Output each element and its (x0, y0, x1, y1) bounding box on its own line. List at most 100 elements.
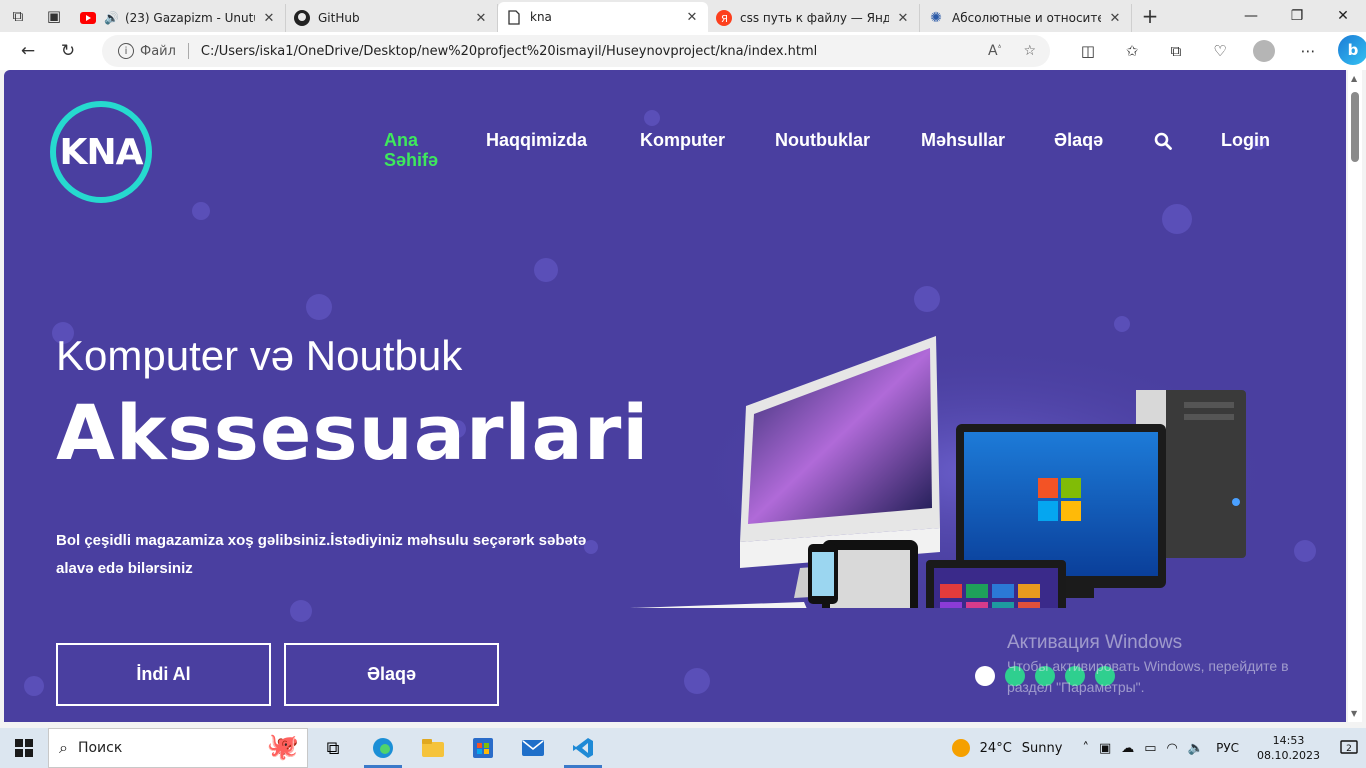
decor-bubble (684, 668, 710, 694)
notification-center-icon[interactable]: 2 (1334, 736, 1358, 760)
scroll-down-icon[interactable]: ▼ (1351, 709, 1357, 718)
nav-link-home[interactable]: Ana Səhifə (384, 130, 444, 170)
youtube-icon (80, 10, 96, 26)
nav-link-contact[interactable]: Əlaqə (1054, 130, 1103, 150)
page-scrollbar[interactable]: ▲ ▼ (1348, 70, 1362, 722)
browser-essentials-icon[interactable]: ♡ (1198, 35, 1242, 67)
file-explorer-icon[interactable] (408, 728, 458, 768)
favorite-star-icon[interactable]: ☆ (1023, 43, 1036, 59)
browser-tab-active[interactable]: kna ✕ (498, 2, 708, 32)
nav-link-products[interactable]: Məhsullar (921, 130, 1005, 150)
info-icon[interactable]: i (118, 43, 134, 59)
browser-tab[interactable]: 🔊 (23) Gazapizm - Unutul ✕ (72, 4, 286, 32)
volume-icon[interactable]: 🔈 (1188, 741, 1204, 756)
decor-bubble (534, 258, 558, 282)
sun-icon (951, 739, 970, 757)
hero-description: Bol çeşidli magazamiza xoş gəlibsiniz.İs… (56, 532, 587, 577)
workspaces-icon[interactable]: ⧉ (0, 0, 36, 32)
hero-title: Akssesuarlari (56, 388, 650, 477)
language-indicator[interactable]: РУС (1216, 741, 1239, 755)
tab-title: (23) Gazapizm - Unutul (124, 11, 255, 25)
svg-text:Я: Я (721, 14, 728, 25)
split-screen-icon[interactable]: ◫ (1066, 35, 1110, 67)
address-bar[interactable]: i Файл C:/Users/iska1/OneDrive/Desktop/n… (102, 35, 1050, 67)
chevron-up-icon[interactable]: ˄ (1082, 741, 1089, 756)
restore-icon[interactable]: ❐ (1274, 0, 1320, 32)
refresh-icon[interactable]: ↻ (48, 35, 88, 67)
wifi-icon[interactable]: ◠ (1167, 741, 1178, 756)
tab-title: kna (530, 10, 552, 24)
windows-taskbar: ⌕ Поиск 🐙 ⧉ 24°C Sunny ˄ ▣ ☁ ▭ ◠ 🔈 РУС 1… (0, 728, 1366, 768)
vscode-icon[interactable] (558, 728, 608, 768)
task-view-icon[interactable]: ⧉ (308, 728, 358, 768)
taskbar-search[interactable]: ⌕ Поиск 🐙 (48, 728, 308, 768)
tab-title: Абсолютные и относитель (952, 11, 1101, 25)
new-tab-icon[interactable]: + (1132, 0, 1168, 32)
taskbar-search-placeholder: Поиск (77, 740, 123, 756)
address-separator (187, 43, 189, 59)
tray-icons: ˄ ▣ ☁ ▭ ◠ 🔈 (1082, 741, 1204, 756)
site-logo[interactable]: KNA (50, 101, 152, 203)
search-icon[interactable] (1154, 132, 1172, 150)
decor-bubble (1162, 204, 1192, 234)
system-clock[interactable]: 14:53 08.10.2023 (1257, 733, 1320, 763)
close-tab-icon[interactable]: ✕ (473, 11, 489, 26)
weather-widget[interactable]: 24°C Sunny (951, 739, 1063, 757)
bing-copilot-icon[interactable]: b (1338, 35, 1366, 65)
decor-bubble (290, 600, 312, 622)
decor-bubble (644, 110, 660, 126)
clock-time: 14:53 (1272, 734, 1305, 747)
yandex-icon: Я (716, 10, 732, 26)
buy-now-button[interactable]: İndi Al (56, 643, 271, 706)
browser-tab[interactable]: Я css путь к файлу — Яндекс ✕ (708, 4, 920, 32)
read-aloud-icon[interactable]: Aᐞ (988, 43, 1001, 59)
browser-tools: ◫ ✩ ⧉ ♡ ⋯ b (1066, 35, 1366, 67)
page-viewport: KNA Ana Səhifə Haqqimizda Komputer Noutb… (4, 70, 1346, 722)
logo-text: KNA (59, 131, 144, 173)
nav-link-about[interactable]: Haqqimizda (486, 130, 587, 150)
activation-title: Активация Windows (1007, 632, 1183, 653)
onedrive-icon[interactable]: ☁ (1121, 741, 1134, 756)
tab-title: GitHub (318, 11, 360, 25)
weather-temp: 24°C (979, 740, 1012, 756)
nav-link-laptops[interactable]: Noutbuklar (775, 130, 870, 150)
meet-now-icon[interactable]: ▣ (1099, 741, 1111, 756)
octopus-icon: 🐙 (266, 732, 299, 762)
more-menu-icon[interactable]: ⋯ (1286, 35, 1330, 67)
minimize-icon[interactable]: — (1228, 0, 1274, 32)
browser-tab-strip: ⧉ ▣ 🔊 (23) Gazapizm - Unutul ✕ GitHub ✕ … (0, 0, 1366, 32)
battery-icon[interactable]: ▭ (1144, 741, 1156, 756)
nav-link-computers[interactable]: Komputer (640, 130, 725, 150)
favorites-icon[interactable]: ✩ (1110, 35, 1154, 67)
speaker-icon[interactable]: 🔊 (104, 11, 119, 25)
collections-icon[interactable]: ⧉ (1154, 35, 1198, 67)
back-icon[interactable]: ← (8, 35, 48, 67)
decor-bubble (1114, 316, 1130, 332)
edge-icon[interactable] (358, 728, 408, 768)
address-url[interactable]: C:/Users/iska1/OneDrive/Desktop/new%20pr… (201, 44, 817, 59)
profile-avatar[interactable] (1253, 40, 1275, 62)
browser-tab[interactable]: GitHub ✕ (286, 4, 498, 32)
scrollbar-thumb[interactable] (1351, 92, 1359, 162)
close-window-icon[interactable]: ✕ (1320, 0, 1366, 32)
close-tab-icon[interactable]: ✕ (895, 11, 911, 26)
system-tray: 24°C Sunny ˄ ▣ ☁ ▭ ◠ 🔈 РУС 14:53 08.10.2… (951, 728, 1366, 768)
mail-icon[interactable] (508, 728, 558, 768)
login-link[interactable]: Login (1221, 130, 1270, 150)
weather-condition: Sunny (1021, 740, 1063, 756)
scroll-up-icon[interactable]: ▲ (1351, 74, 1357, 83)
slider-dot-active[interactable] (975, 666, 995, 686)
vertical-tabs-icon[interactable]: ▣ (36, 0, 72, 32)
close-tab-icon[interactable]: ✕ (684, 10, 700, 25)
contact-button[interactable]: Əlaqə (284, 643, 499, 706)
close-tab-icon[interactable]: ✕ (1107, 11, 1123, 26)
clock-date: 08.10.2023 (1257, 749, 1320, 762)
browser-tab[interactable]: ✺ Абсолютные и относитель ✕ (920, 4, 1132, 32)
windows-start-icon[interactable] (0, 728, 48, 768)
close-tab-icon[interactable]: ✕ (261, 11, 277, 26)
microsoft-store-icon[interactable] (458, 728, 508, 768)
browser-toolbar: ← ↻ i Файл C:/Users/iska1/OneDrive/Deskt… (0, 32, 1366, 70)
decor-bubble (914, 286, 940, 312)
activation-text: Чтобы активировать Windows, перейдите в … (1007, 658, 1289, 695)
search-icon: ⌕ (59, 738, 68, 757)
